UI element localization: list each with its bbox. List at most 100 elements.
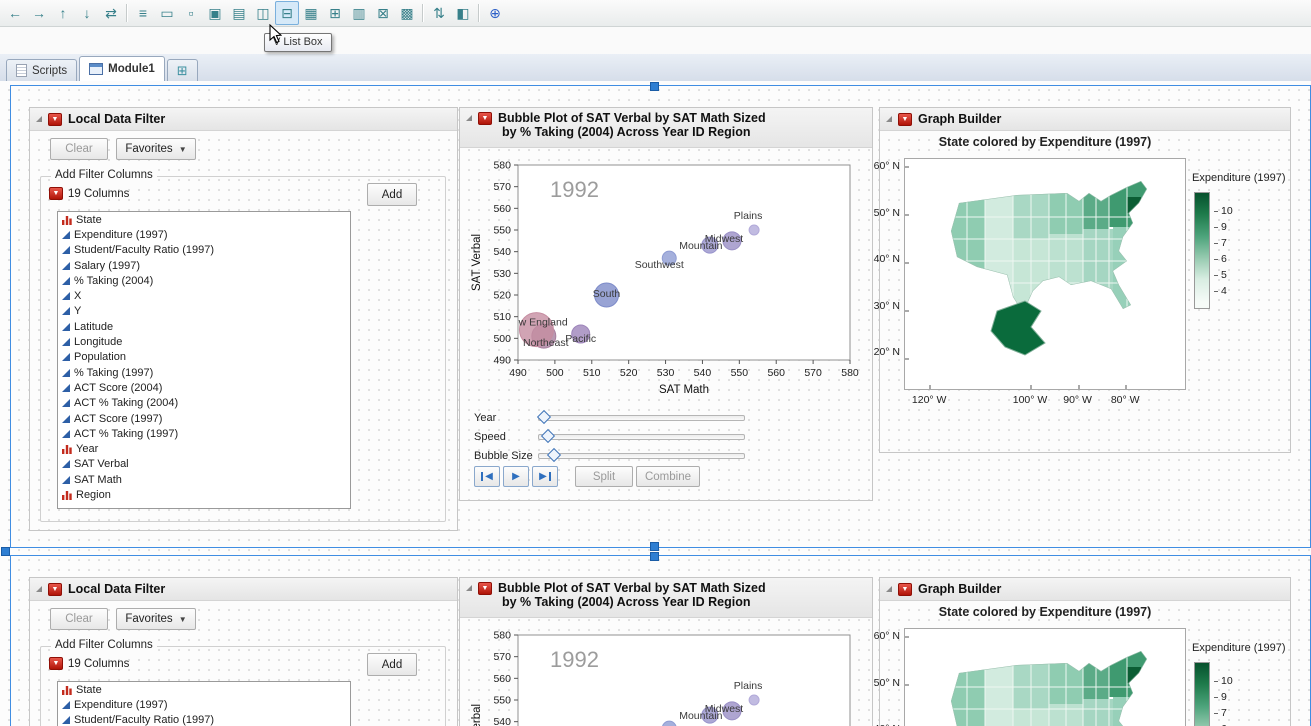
bubble-size-slider-track[interactable] bbox=[538, 453, 745, 459]
red-triangle-menu-icon[interactable]: ▼ bbox=[478, 582, 492, 595]
spacer-box-icon[interactable]: ▫ bbox=[179, 1, 203, 25]
filter-column-item[interactable]: State bbox=[58, 682, 350, 697]
tab-add-module[interactable]: ⊞ bbox=[167, 59, 198, 81]
favorites-button[interactable]: Favorites ▼ bbox=[116, 138, 196, 160]
filter-column-item[interactable]: ACT Score (2004) bbox=[58, 380, 350, 395]
tab-scripts[interactable]: Scripts bbox=[6, 59, 77, 81]
red-triangle-menu-icon[interactable]: ▼ bbox=[49, 187, 63, 200]
us-map[interactable] bbox=[905, 159, 1185, 389]
column-list-box[interactable]: State Expenditure (1997) bbox=[57, 211, 351, 509]
column-list-box[interactable]: State Expenditure (1997) bbox=[57, 681, 351, 726]
year-slider-track[interactable] bbox=[538, 415, 745, 421]
disclosure-triangle-icon[interactable] bbox=[886, 586, 892, 592]
filter-column-item[interactable]: Student/Faculty Ratio (1997) bbox=[58, 713, 350, 726]
add-button[interactable]: Add bbox=[367, 183, 417, 206]
filter-column-item[interactable]: % Taking (1997) bbox=[58, 365, 350, 380]
disclosure-triangle-icon[interactable] bbox=[886, 116, 892, 122]
disclosure-triangle-icon[interactable] bbox=[36, 116, 42, 122]
tab-module1[interactable]: Module1 bbox=[79, 56, 165, 82]
panel-box-icon[interactable]: ▤ bbox=[227, 1, 251, 25]
bubble-size-slider-thumb[interactable] bbox=[547, 448, 561, 462]
red-triangle-menu-icon[interactable]: ▼ bbox=[49, 657, 63, 670]
align-left-icon[interactable]: ← bbox=[3, 1, 27, 25]
col-list-box-icon[interactable]: ▥ bbox=[347, 1, 371, 25]
red-triangle-menu-icon[interactable]: ▼ bbox=[48, 113, 62, 126]
align-top-icon[interactable]: ↑ bbox=[51, 1, 75, 25]
step-forward-button[interactable]: ▶ bbox=[532, 466, 558, 487]
designer-canvas[interactable]: ▼ Local Data Filter Clear Favorites ▼ Ad… bbox=[0, 81, 1311, 726]
align-right-icon[interactable]: → bbox=[27, 1, 51, 25]
filter-column-item[interactable]: Latitude bbox=[58, 319, 350, 334]
filter-column-item[interactable]: Longitude bbox=[58, 334, 350, 349]
text-box-icon[interactable]: ≡ bbox=[131, 1, 155, 25]
panel-header[interactable]: ▼ Graph Builder bbox=[880, 578, 1290, 601]
step-back-button[interactable]: ◀ bbox=[474, 466, 500, 487]
red-triangle-menu-icon[interactable]: ▼ bbox=[898, 113, 912, 126]
resize-handle-row2-top[interactable] bbox=[650, 552, 659, 561]
lineup-box-icon[interactable]: ▦ bbox=[299, 1, 323, 25]
map-plot[interactable] bbox=[904, 628, 1186, 726]
h-list-box-icon[interactable]: ◫ bbox=[251, 1, 275, 25]
distribute-horizontal-icon[interactable]: ⇄ bbox=[99, 1, 123, 25]
filter-column-item[interactable]: Year bbox=[58, 441, 350, 456]
favorites-button[interactable]: Favorites ▼ bbox=[116, 608, 196, 630]
filter-column-item[interactable]: Student/Faculty Ratio (1997) bbox=[58, 243, 350, 258]
filter-column-item[interactable]: % Taking (2004) bbox=[58, 273, 350, 288]
border-box-icon[interactable]: ▣ bbox=[203, 1, 227, 25]
red-triangle-menu-icon[interactable]: ▼ bbox=[48, 583, 62, 596]
canvas-row-2[interactable]: ▼ Local Data Filter Clear Favorites ▼ Ad… bbox=[10, 555, 1311, 726]
tab-box-icon[interactable]: ⊞ bbox=[323, 1, 347, 25]
year-slider-thumb[interactable] bbox=[537, 410, 551, 424]
combine-button[interactable]: Combine bbox=[636, 466, 700, 487]
panel-header[interactable]: ▼ Bubble Plot of SAT Verbal by SAT Math … bbox=[460, 108, 872, 148]
add-button[interactable]: Add bbox=[367, 653, 417, 676]
align-bottom-icon[interactable]: ↓ bbox=[75, 1, 99, 25]
disclosure-triangle-icon[interactable] bbox=[466, 115, 472, 121]
legend-gradient-bar[interactable] bbox=[1194, 662, 1210, 726]
disclosure-triangle-icon[interactable] bbox=[466, 585, 472, 591]
bubble-chart[interactable]: 4905005105205305405505605705804905005105… bbox=[466, 150, 866, 402]
toolbar-button[interactable] bbox=[422, 4, 424, 22]
disclosure-triangle-icon[interactable] bbox=[36, 586, 42, 592]
filter-column-item[interactable]: State bbox=[58, 212, 350, 227]
filter-column-item[interactable]: X bbox=[58, 288, 350, 303]
filter-column-item[interactable]: Region bbox=[58, 487, 350, 502]
filter-column-item[interactable]: ACT Score (1997) bbox=[58, 411, 350, 426]
canvas-row-1[interactable]: ▼ Local Data Filter Clear Favorites ▼ Ad… bbox=[10, 85, 1311, 548]
filter-column-item[interactable]: Y bbox=[58, 304, 350, 319]
filter-column-item[interactable]: ACT % Taking (2004) bbox=[58, 396, 350, 411]
toolbar-button[interactable] bbox=[478, 4, 480, 22]
speed-slider-track[interactable] bbox=[538, 434, 745, 440]
split-button[interactable]: Split bbox=[575, 466, 633, 487]
bubble-chart[interactable]: 4905005105205305405505605705804905005105… bbox=[466, 620, 866, 726]
help-icon[interactable]: ⊕ bbox=[483, 1, 507, 25]
clear-button[interactable]: Clear bbox=[50, 138, 108, 160]
play-button[interactable]: ▶ bbox=[503, 466, 529, 487]
filter-column-item[interactable]: Expenditure (1997) bbox=[58, 227, 350, 242]
us-map[interactable] bbox=[905, 629, 1185, 726]
data-table-box-icon[interactable]: ▩ bbox=[395, 1, 419, 25]
filter-column-item[interactable]: Salary (1997) bbox=[58, 258, 350, 273]
scroll-box-icon[interactable]: ⇅ bbox=[427, 1, 451, 25]
clear-button[interactable]: Clear bbox=[50, 608, 108, 630]
resize-handle-top[interactable] bbox=[650, 82, 659, 91]
red-triangle-menu-icon[interactable]: ▼ bbox=[478, 112, 492, 125]
toolbar-button[interactable] bbox=[126, 4, 128, 22]
panel-header[interactable]: ▼ Local Data Filter bbox=[30, 108, 457, 131]
filter-column-item[interactable]: Population bbox=[58, 350, 350, 365]
filter-column-item[interactable]: ACT % Taking (1997) bbox=[58, 426, 350, 441]
legend-gradient-bar[interactable] bbox=[1194, 192, 1210, 309]
button-box-icon[interactable]: ▭ bbox=[155, 1, 179, 25]
panel-header[interactable]: ▼ Graph Builder bbox=[880, 108, 1290, 131]
red-triangle-menu-icon[interactable]: ▼ bbox=[898, 583, 912, 596]
resize-handle-row1-bottom[interactable] bbox=[650, 542, 659, 551]
map-plot[interactable] bbox=[904, 158, 1186, 390]
filter-column-item[interactable]: Expenditure (1997) bbox=[58, 697, 350, 712]
filter-column-item[interactable]: SAT Math bbox=[58, 472, 350, 487]
resize-handle-left[interactable] bbox=[1, 547, 10, 556]
filter-column-item[interactable]: SAT Verbal bbox=[58, 457, 350, 472]
v-list-box-icon[interactable]: ⊟ bbox=[275, 1, 299, 25]
panel-header[interactable]: ▼ Local Data Filter bbox=[30, 578, 457, 601]
panel-header[interactable]: ▼ Bubble Plot of SAT Verbal by SAT Math … bbox=[460, 578, 872, 618]
speed-slider-thumb[interactable] bbox=[541, 429, 555, 443]
